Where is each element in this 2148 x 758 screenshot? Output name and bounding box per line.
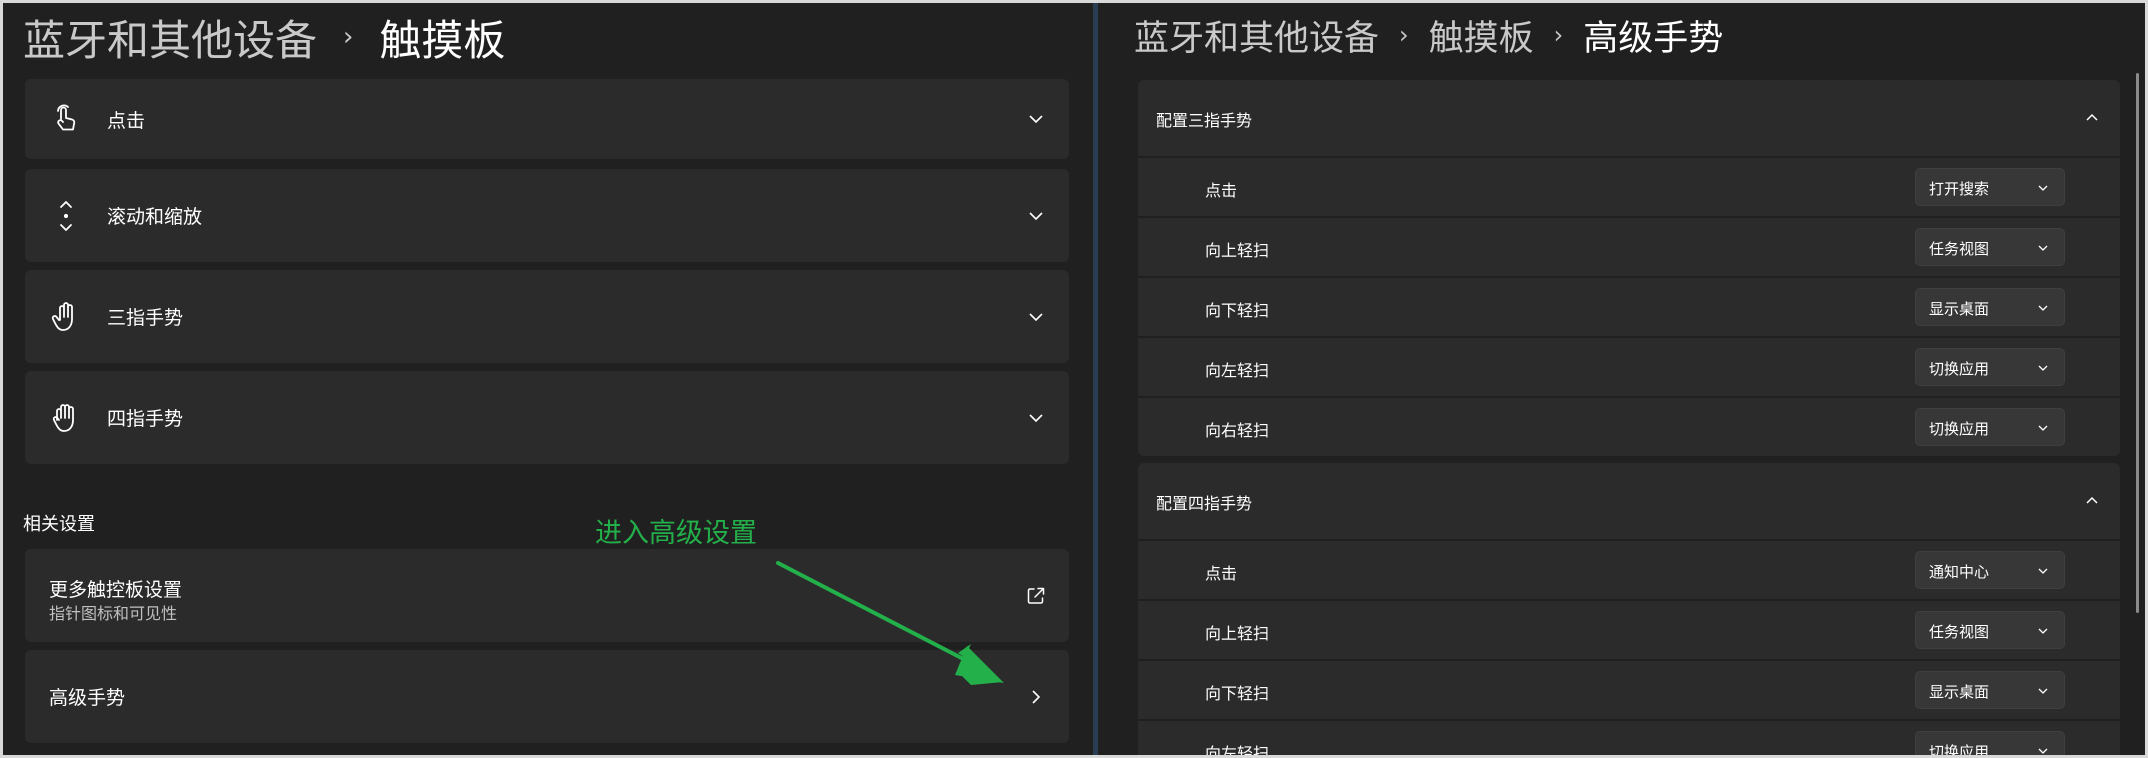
chevron-down-icon: [2038, 365, 2048, 371]
dropdown-value: 切换应用: [1929, 420, 1990, 438]
breadcrumb: 蓝牙和其他设备 › 触摸板 › 高级手势: [1134, 7, 1723, 63]
dropdown-value: 打开搜索: [1929, 180, 1990, 198]
dropdown-value: 显示桌面: [1929, 300, 1990, 318]
gesture-row: 向下轻扫 显示桌面: [1138, 661, 2120, 719]
gesture-row: 向右轻扫 切换应用: [1138, 398, 2120, 456]
gesture-action-dropdown[interactable]: 切换应用: [1915, 731, 2065, 755]
chevron-down-icon: [2038, 628, 2048, 634]
chevron-down-icon: [2038, 688, 2048, 694]
dropdown-value: 显示桌面: [1929, 683, 1990, 701]
breadcrumb-separator: ›: [1399, 21, 1409, 49]
gesture-row: 点击 打开搜索: [1138, 158, 2120, 216]
gesture-action-dropdown[interactable]: 切换应用: [1915, 408, 2065, 446]
gesture-row: 向上轻扫 任务视图: [1138, 601, 2120, 659]
dropdown-value: 切换应用: [1929, 360, 1990, 378]
gesture-row: 向下轻扫 显示桌面: [1138, 278, 2120, 336]
chevron-down-icon: [2038, 425, 2048, 431]
chevron-up-icon[interactable]: [2082, 490, 2102, 510]
group-title: 配置四指手势: [1156, 494, 1253, 513]
gesture-label: 向右轻扫: [1205, 421, 1270, 440]
gesture-label: 向下轻扫: [1205, 684, 1270, 703]
three-finger-config-header[interactable]: 配置三指手势: [1138, 80, 2120, 156]
gesture-action-dropdown[interactable]: 任务视图: [1915, 228, 2065, 266]
gesture-label: 向下轻扫: [1205, 301, 1270, 320]
gesture-row: 向左轻扫 切换应用: [1138, 721, 2120, 755]
dropdown-value: 通知中心: [1929, 563, 1990, 581]
gesture-action-dropdown[interactable]: 显示桌面: [1915, 288, 2065, 326]
chevron-down-icon: [2038, 568, 2048, 574]
dropdown-value: 切换应用: [1929, 743, 1990, 755]
gesture-row: 向上轻扫 任务视图: [1138, 218, 2120, 276]
group-title: 配置三指手势: [1156, 111, 1253, 130]
gesture-action-dropdown[interactable]: 通知中心: [1915, 551, 2065, 589]
gesture-label: 向左轻扫: [1205, 744, 1270, 755]
right-settings-window: 蓝牙和其他设备 › 触摸板 › 高级手势 配置三指手势 点击 打开搜索 向上轻扫…: [1098, 3, 2145, 755]
four-finger-config-header[interactable]: 配置四指手势: [1138, 463, 2120, 539]
gesture-action-dropdown[interactable]: 切换应用: [1915, 348, 2065, 386]
scrollbar[interactable]: [2136, 73, 2139, 613]
gesture-label: 向左轻扫: [1205, 361, 1270, 380]
breadcrumb-separator: ›: [1553, 21, 1564, 49]
gesture-label: 点击: [1205, 181, 1238, 200]
gesture-label: 点击: [1205, 564, 1238, 583]
gesture-label: 向上轻扫: [1205, 624, 1270, 643]
chevron-down-icon: [2038, 748, 2048, 754]
chevron-up-icon[interactable]: [2082, 107, 2102, 127]
left-settings-window: 蓝牙和其他设备 › 触摸板 点击 滚动和缩放 三指手势 四指手势 相关设置 进入…: [3, 3, 1093, 755]
chevron-down-icon: [2038, 245, 2048, 251]
breadcrumb-touchpad[interactable]: 触摸板: [1429, 10, 1534, 61]
gesture-label: 向上轻扫: [1205, 241, 1270, 260]
chevron-down-icon: [2038, 185, 2048, 191]
gesture-row: 点击 通知中心: [1138, 541, 2120, 599]
gesture-action-dropdown[interactable]: 打开搜索: [1915, 168, 2065, 206]
dropdown-value: 任务视图: [1929, 623, 1990, 641]
breadcrumb-bluetooth-devices[interactable]: 蓝牙和其他设备: [1134, 10, 1379, 61]
gesture-row: 向左轻扫 切换应用: [1138, 338, 2120, 396]
annotation-arrow: [776, 561, 1004, 685]
gesture-action-dropdown[interactable]: 显示桌面: [1915, 671, 2065, 709]
chevron-down-icon: [2038, 305, 2048, 311]
dropdown-value: 任务视图: [1929, 240, 1990, 258]
page-title: 高级手势: [1583, 18, 1724, 59]
gesture-action-dropdown[interactable]: 任务视图: [1915, 611, 2065, 649]
